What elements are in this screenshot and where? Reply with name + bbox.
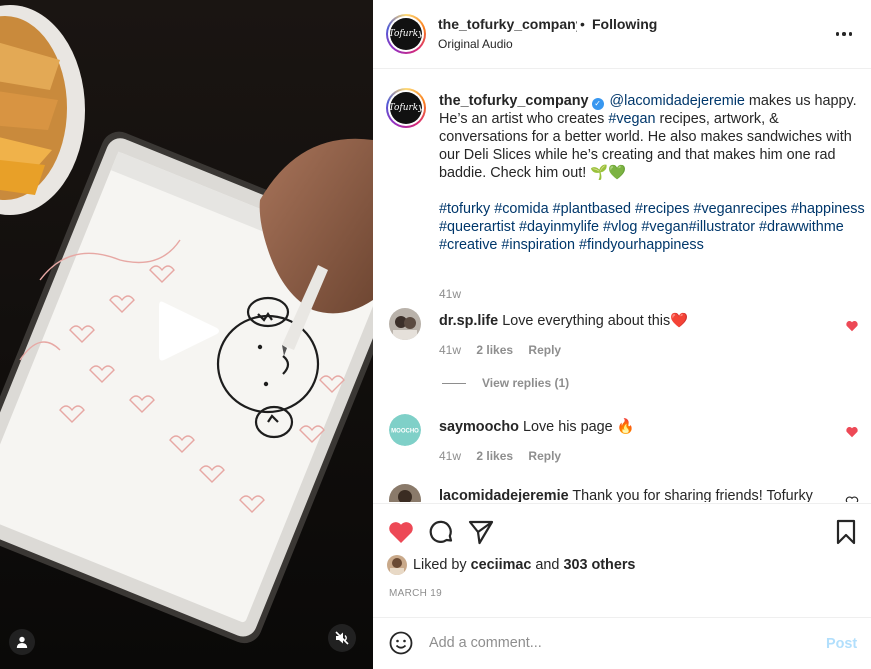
comment-likes[interactable]: 2 likes: [476, 449, 513, 463]
more-horizontal-icon: [835, 32, 840, 36]
comment-icon[interactable]: [427, 518, 455, 546]
hashtag-link[interactable]: #findyourhappiness: [579, 237, 704, 253]
comment-text: lacomidadejeremie Thank you for sharing …: [439, 488, 813, 502]
user-icon: [16, 636, 28, 648]
comment-like-heart-icon[interactable]: [845, 319, 859, 333]
hashtag-link[interactable]: #illustrator: [689, 219, 755, 235]
comment-meta: 41w 2 likes Reply: [439, 449, 573, 463]
more-options-button[interactable]: [831, 22, 857, 46]
author-username[interactable]: the_tofurky_company: [438, 16, 577, 32]
post-panel: Tofurky the_tofurky_company • Following …: [373, 0, 871, 669]
caption-avatar[interactable]: Tofurky: [386, 88, 426, 128]
caption-timestamp[interactable]: 41w: [439, 287, 461, 301]
comment-item: lacomidadejeremie Thank you for sharing …: [386, 484, 866, 502]
comments-list[interactable]: Tofurky the_tofurky_company ✓ @lacomidade…: [373, 70, 871, 502]
following-button[interactable]: Following: [592, 16, 657, 32]
likes-count-link[interactable]: 303 others: [563, 557, 635, 573]
comment-timestamp[interactable]: 41w: [439, 449, 461, 463]
avatar-photo: [387, 555, 407, 575]
liked-by-prefix: Liked by: [413, 557, 467, 573]
comment-composer: Post: [373, 617, 871, 669]
hashtag-link[interactable]: #recipes: [635, 201, 689, 217]
hashtag-link[interactable]: #vlog: [603, 219, 637, 235]
heart-filled-icon[interactable]: [387, 518, 415, 546]
hashtag-link[interactable]: #dayinmylife: [519, 219, 599, 235]
hashtag-list: #tofurky #comida #plantbased #recipes #v…: [439, 200, 869, 254]
hashtag-link[interactable]: #plantbased: [553, 201, 631, 217]
avatar-logo-text: Tofurky: [389, 18, 423, 50]
liker-username[interactable]: ceciimac: [471, 557, 532, 573]
view-replies-button[interactable]: View replies (1): [442, 376, 569, 390]
post-actions: [373, 503, 871, 558]
more-dot: [848, 32, 853, 36]
play-button[interactable]: [157, 298, 221, 364]
hashtag-link[interactable]: #vegan: [641, 219, 688, 235]
bookmark-icon[interactable]: [832, 518, 860, 546]
comment-text: dr.sp.life Love everything about this❤️: [439, 312, 688, 329]
audio-toggle-button[interactable]: [328, 624, 356, 652]
view-replies-label: View replies (1): [482, 376, 570, 390]
avatar-logo-text: MOOCHO: [391, 429, 419, 435]
comment-timestamp[interactable]: 41w: [439, 343, 461, 357]
comment-username[interactable]: lacomidadejeremie: [439, 488, 569, 502]
likes-summary: Liked by ceciimac and 303 others: [387, 555, 635, 575]
liker-avatar[interactable]: [387, 555, 407, 575]
send-icon[interactable]: [467, 518, 495, 546]
tagged-users-button[interactable]: [9, 629, 35, 655]
hashtag-link[interactable]: #vegan: [608, 111, 655, 127]
more-dot: [842, 32, 846, 36]
comment-like-heart-icon[interactable]: [845, 425, 859, 439]
commenter-avatar[interactable]: MOOCHO: [389, 414, 421, 446]
mention-link[interactable]: @lacomidadejeremie: [610, 93, 745, 109]
comment-username[interactable]: saymoocho: [439, 419, 519, 435]
hashtag-link[interactable]: #drawwithme: [759, 219, 844, 235]
video-player[interactable]: [0, 0, 373, 669]
hashtag-link[interactable]: #happiness: [791, 201, 865, 217]
comment-meta: 41w 2 likes Reply: [439, 343, 573, 357]
hashtag-link[interactable]: #creative: [439, 237, 497, 253]
verified-badge-icon: ✓: [591, 98, 604, 110]
comment-like-heart-outline-icon[interactable]: [845, 495, 859, 502]
reply-button[interactable]: Reply: [528, 449, 561, 463]
replies-divider: [442, 382, 466, 384]
avatar-photo: MOOCHO: [389, 414, 421, 446]
post-date[interactable]: MARCH 19: [389, 588, 442, 599]
smiley-icon[interactable]: [389, 631, 413, 655]
comment-likes[interactable]: 2 likes: [476, 343, 513, 357]
play-icon: [159, 301, 219, 361]
avatar-logo-text: Tofurky: [389, 92, 423, 124]
post-comment-button[interactable]: Post: [826, 636, 857, 652]
avatar-photo: [389, 484, 421, 502]
post-header: Tofurky the_tofurky_company • Following …: [373, 0, 871, 69]
comment-username[interactable]: dr.sp.life: [439, 313, 498, 329]
speaker-muted-icon: [335, 631, 349, 645]
caption-username[interactable]: the_tofurky_company: [439, 93, 589, 109]
author-avatar[interactable]: Tofurky: [386, 14, 426, 54]
liked-by-mid: and: [535, 557, 560, 573]
reply-button[interactable]: Reply: [528, 343, 561, 357]
comment-item: MOOCHO saymoocho Love his page 🔥 41w 2 l…: [386, 414, 866, 474]
hashtag-link[interactable]: #comida: [494, 201, 548, 217]
comment-body: Thank you for sharing friends! Tofurky: [572, 488, 813, 502]
separator-dot: •: [580, 16, 585, 32]
comment-input[interactable]: [429, 632, 809, 654]
commenter-avatar[interactable]: [389, 308, 421, 340]
hashtag-link[interactable]: #tofurky: [439, 201, 490, 217]
comment-item: dr.sp.life Love everything about this❤️ …: [386, 308, 866, 368]
caption-text: the_tofurky_company ✓ @lacomidadejeremie …: [439, 92, 869, 254]
hashtag-link[interactable]: #inspiration: [501, 237, 575, 253]
hashtag-link[interactable]: #queerartist: [439, 219, 515, 235]
hashtag-link[interactable]: #veganrecipes: [693, 201, 787, 217]
comment-body: Love everything about this❤️: [502, 313, 689, 329]
commenter-avatar[interactable]: [389, 484, 421, 502]
avatar-photo: [389, 308, 421, 340]
audio-link[interactable]: Original Audio: [438, 37, 513, 51]
comment-text: saymoocho Love his page 🔥: [439, 418, 635, 435]
comment-body: Love his page 🔥: [522, 419, 635, 435]
